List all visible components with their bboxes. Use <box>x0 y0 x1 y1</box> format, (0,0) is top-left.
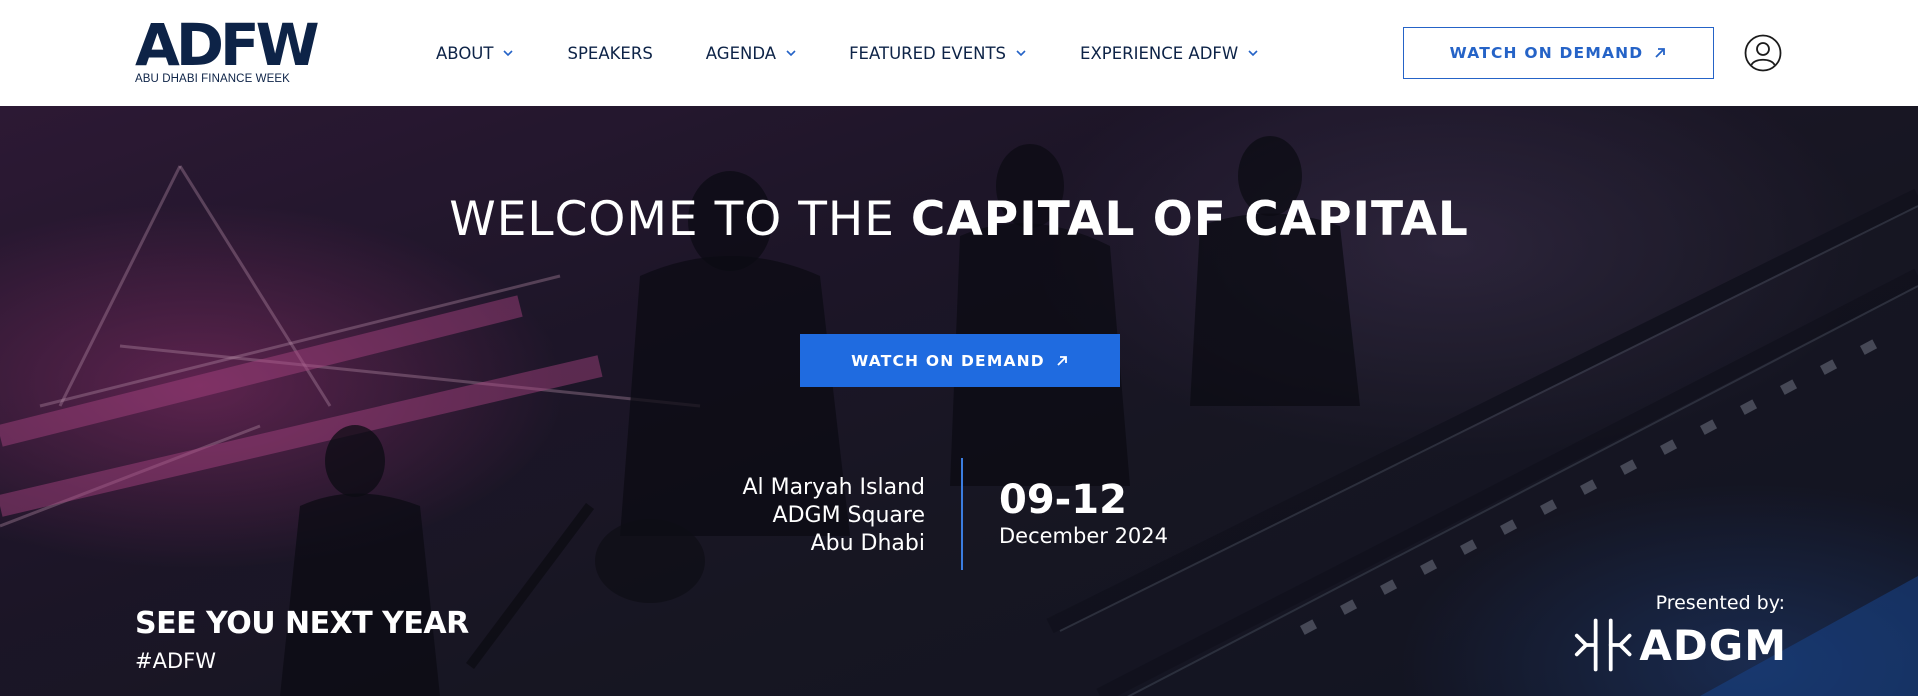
main-nav: ABOUT SPEAKERS AGENDA FEATURED EVENTS EX… <box>436 0 1258 106</box>
headline-bold: CAPITAL OF CAPITAL <box>910 192 1469 247</box>
nav-item-label: FEATURED EVENTS <box>849 43 1007 63</box>
adfw-logo[interactable]: ADFW ABU DHABI FINANCE WEEK <box>135 11 320 86</box>
adgm-wordmark: ADGM <box>1639 620 1787 670</box>
logo-subtitle: ABU DHABI FINANCE WEEK <box>135 73 290 85</box>
external-arrow-icon <box>1655 48 1666 58</box>
hero-cta-label: WATCH ON DEMAND <box>851 351 1045 370</box>
location-date-divider <box>961 458 963 570</box>
header-watch-on-demand-button[interactable]: WATCH ON DEMAND <box>1403 27 1714 79</box>
nav-item-label: ABOUT <box>436 43 494 63</box>
event-dates: 09-12 December 2024 <box>999 478 1168 550</box>
nav-item-agenda[interactable]: AGENDA <box>706 44 796 63</box>
nav-item-speakers[interactable]: SPEAKERS <box>567 44 652 63</box>
logo-mark: ADFW <box>135 11 320 79</box>
hero-headline: WELCOME TO THE CAPITAL OF CAPITAL <box>0 192 1918 247</box>
nav-item-label: AGENDA <box>705 43 777 63</box>
nav-item-about[interactable]: ABOUT <box>436 43 514 63</box>
location-line: Al Maryah Island <box>742 475 925 500</box>
adgm-logo-mark-icon <box>1574 618 1632 672</box>
site-header: ADFW ABU DHABI FINANCE WEEK ABOUT SPEAKE… <box>0 0 1918 106</box>
hashtag: #ADFW <box>135 649 216 673</box>
chevron-down-icon <box>1248 50 1258 57</box>
chevron-down-icon <box>786 50 796 57</box>
hero-watch-on-demand-button[interactable]: WATCH ON DEMAND <box>800 334 1120 387</box>
date-range: 09-12 <box>999 477 1127 523</box>
chevron-down-icon <box>1016 50 1026 57</box>
event-location: Al Maryah Island ADGM Square Abu Dhabi <box>640 474 925 558</box>
location-line: ADGM Square <box>772 503 925 528</box>
location-line: Abu Dhabi <box>810 531 925 556</box>
nav-item-label: EXPERIENCE ADFW <box>1080 43 1239 63</box>
header-cta-label: WATCH ON DEMAND <box>1449 44 1644 62</box>
adgm-logo[interactable]: ADGM <box>1573 610 1787 680</box>
headline-light: WELCOME TO THE <box>449 192 911 247</box>
nav-item-featured-events[interactable]: FEATURED EVENTS <box>849 44 1026 63</box>
date-month: December 2024 <box>999 524 1169 548</box>
see-you-next-year: SEE YOU NEXT YEAR <box>135 606 469 641</box>
nav-item-label: SPEAKERS <box>567 43 653 63</box>
hero-section: WELCOME TO THE CAPITAL OF CAPITAL WATCH … <box>0 106 1918 696</box>
chevron-down-icon <box>503 50 514 57</box>
external-arrow-icon <box>1057 355 1067 366</box>
nav-item-experience-adfw[interactable]: EXPERIENCE ADFW <box>1080 44 1258 63</box>
user-account-icon[interactable] <box>1744 34 1782 72</box>
